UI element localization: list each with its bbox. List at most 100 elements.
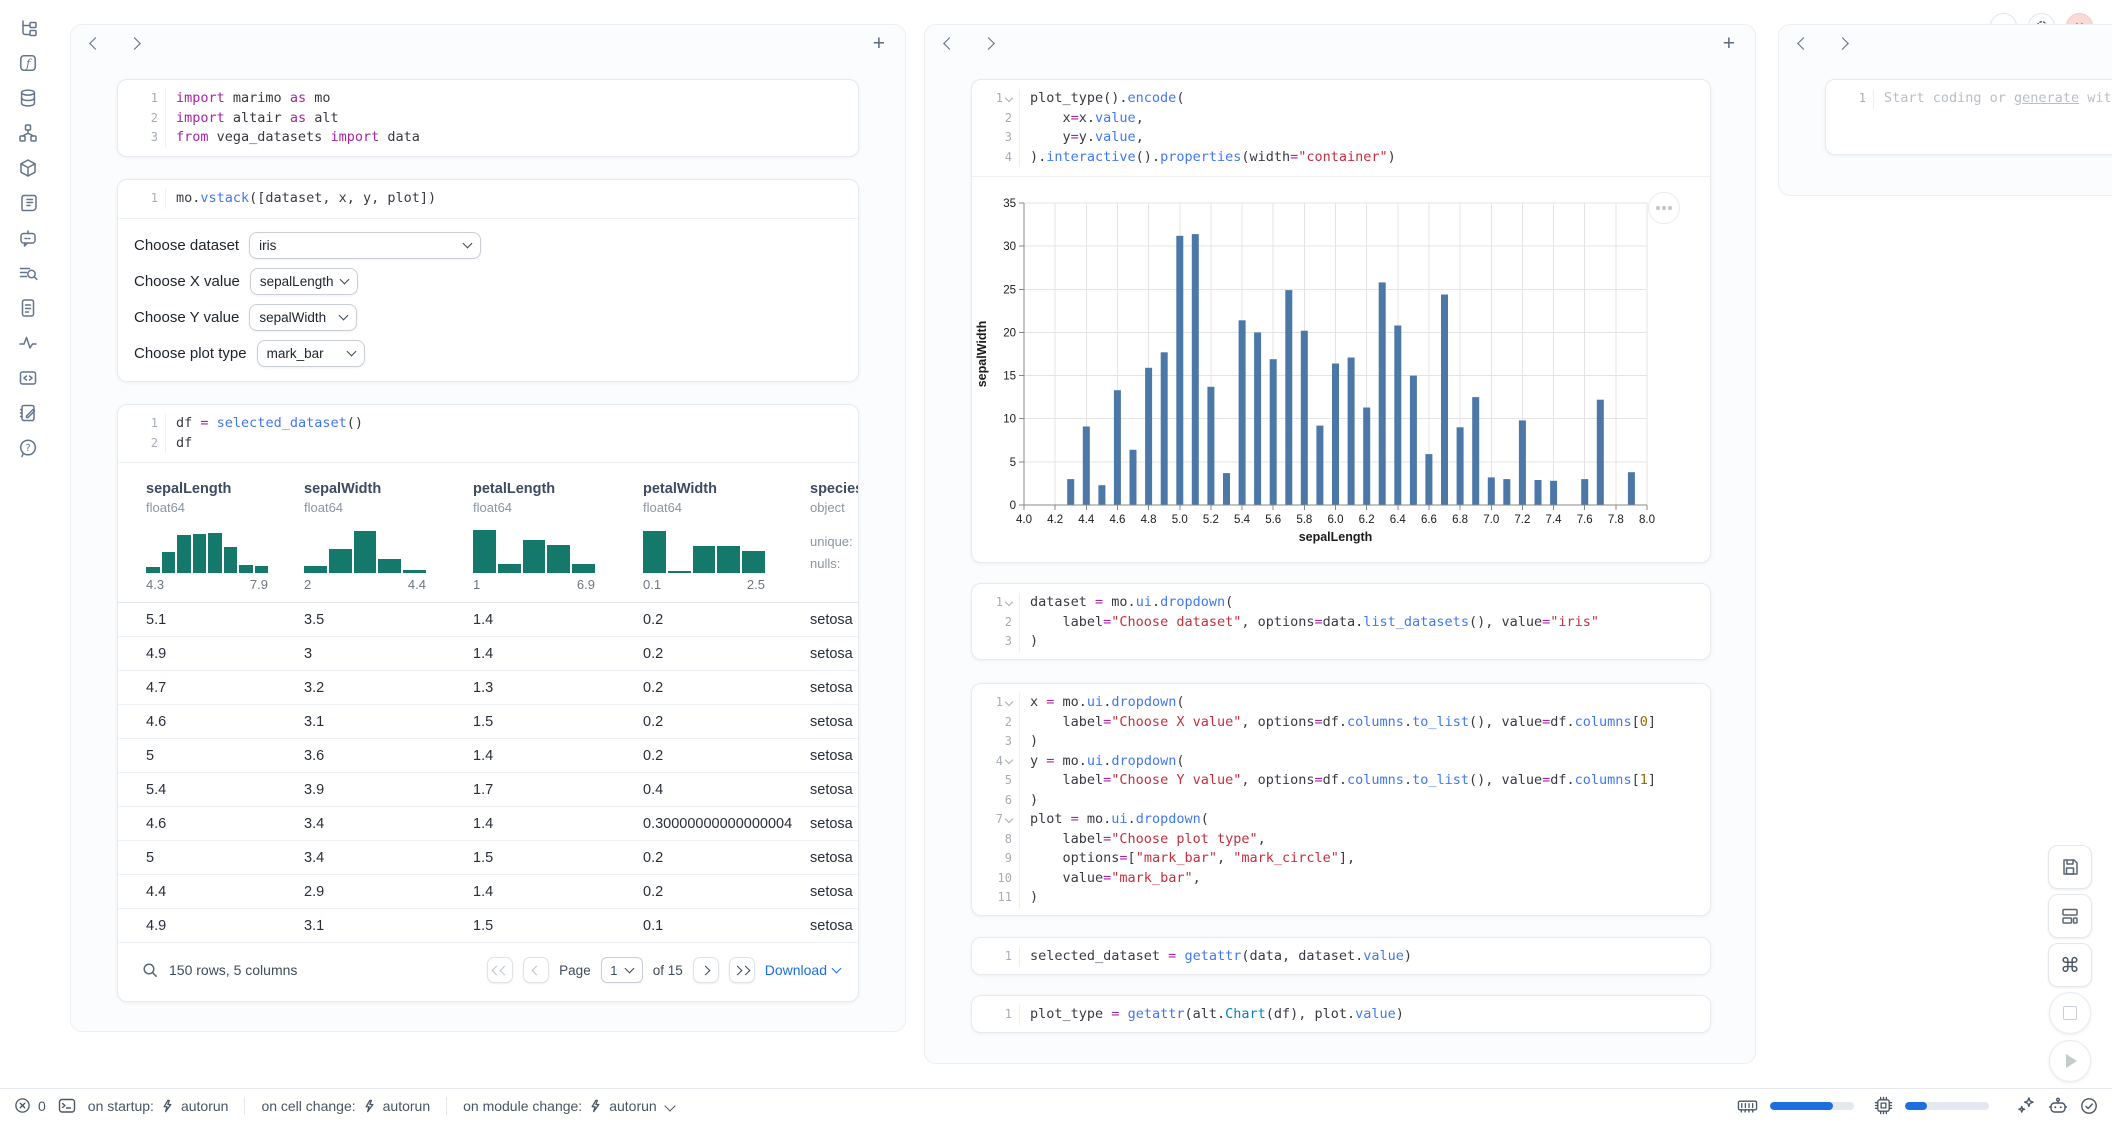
- document-icon[interactable]: [17, 297, 39, 319]
- activity-icon[interactable]: [17, 332, 39, 354]
- code-editor[interactable]: 1df = selected_dataset()2df: [118, 405, 858, 462]
- code-editor[interactable]: 1plot_type().encode(2 x=x.value,3 y=y.va…: [972, 80, 1710, 176]
- status-bar: 0 on startup: autorun on cell change: au…: [0, 1088, 2112, 1122]
- table-column-header[interactable]: petalWidthfloat640.12.5: [643, 479, 810, 592]
- chevron-down-icon: [346, 347, 356, 357]
- table-summary: 150 rows, 5 columns: [169, 962, 297, 978]
- table-row[interactable]: 4.931.40.2setosa: [118, 637, 858, 671]
- line-number: 6: [972, 791, 1020, 811]
- table-row[interactable]: 4.73.21.30.2setosa: [118, 671, 858, 705]
- column-next-icon[interactable]: [128, 37, 141, 50]
- code-editor[interactable]: 1selected_dataset = getattr(data, datase…: [972, 938, 1710, 975]
- line-number: 2: [972, 713, 1020, 733]
- svg-text:5.8: 5.8: [1296, 514, 1312, 526]
- terminal-button[interactable]: [58, 1097, 76, 1115]
- page-select[interactable]: 1: [601, 957, 643, 983]
- table-row[interactable]: 5.43.91.70.4setosa: [118, 773, 858, 807]
- x-value-dropdown[interactable]: sepalLength: [250, 268, 358, 295]
- svg-text:4.8: 4.8: [1141, 514, 1157, 526]
- table-row[interactable]: 53.41.50.2setosa: [118, 841, 858, 875]
- code-editor[interactable]: 1x = mo.ui.dropdown(2 label="Choose X va…: [972, 684, 1710, 916]
- column-prev-icon[interactable]: [89, 37, 102, 50]
- chevron-down-icon: [625, 964, 635, 974]
- first-page-button[interactable]: [487, 957, 513, 983]
- add-cell-button[interactable]: +: [873, 33, 885, 54]
- column-prev-icon[interactable]: [943, 37, 956, 50]
- column-prev-icon[interactable]: [1797, 37, 1810, 50]
- ai-sparkles-icon[interactable]: [2017, 1096, 2036, 1115]
- stop-button[interactable]: [2049, 992, 2091, 1034]
- dependency-graph-icon[interactable]: [17, 122, 39, 144]
- script-icon[interactable]: [17, 192, 39, 214]
- svg-text:4.6: 4.6: [1109, 514, 1125, 526]
- help-icon[interactable]: ?: [17, 437, 39, 459]
- y-value-dropdown[interactable]: sepalWidth: [249, 304, 357, 331]
- on-cell-change-setting[interactable]: on cell change: autorun: [261, 1098, 430, 1114]
- code-editor[interactable]: 1dataset = mo.ui.dropdown(2 label="Choos…: [972, 584, 1710, 660]
- fold-chevron-icon[interactable]: [1005, 756, 1013, 764]
- add-cell-button[interactable]: +: [1723, 33, 1735, 54]
- scratchpad-icon[interactable]: [17, 402, 39, 424]
- svg-text:f: f: [25, 56, 32, 70]
- column-next-icon[interactable]: [982, 37, 995, 50]
- fold-chevron-icon[interactable]: [1005, 815, 1013, 823]
- layout-icon[interactable]: [2048, 894, 2092, 938]
- line-number: 1: [118, 189, 166, 209]
- command-palette-icon[interactable]: ⌘: [2048, 943, 2092, 987]
- last-page-button[interactable]: [729, 957, 755, 983]
- on-module-change-setting[interactable]: on module change: autorun: [463, 1098, 674, 1114]
- code-editor[interactable]: 1import marimo as mo2import altair as al…: [118, 80, 858, 157]
- prev-page-button[interactable]: [523, 957, 549, 983]
- fold-chevron-icon[interactable]: [1005, 598, 1013, 606]
- errors-indicator[interactable]: 0: [14, 1097, 46, 1114]
- table-header: sepalLengthfloat644.37.9sepalWidthfloat6…: [118, 463, 858, 603]
- fold-chevron-icon[interactable]: [1005, 94, 1013, 102]
- table-row[interactable]: 4.63.41.40.30000000000000004setosa: [118, 807, 858, 841]
- table-row[interactable]: 4.93.11.50.1setosa: [118, 909, 858, 943]
- table-column-header[interactable]: petalLengthfloat6416.9: [473, 479, 643, 592]
- chart-more-options-icon[interactable]: [1648, 192, 1680, 224]
- dataset-dropdown[interactable]: iris: [249, 232, 481, 259]
- run-button[interactable]: [2049, 1040, 2091, 1082]
- connection-status-icon[interactable]: [2080, 1097, 2098, 1115]
- search-icon[interactable]: [142, 962, 159, 979]
- package-icon[interactable]: [17, 157, 39, 179]
- snippets-icon[interactable]: [17, 367, 39, 389]
- fold-chevron-icon[interactable]: [1005, 698, 1013, 706]
- svg-text:7.0: 7.0: [1483, 514, 1499, 526]
- on-startup-setting[interactable]: on startup: autorun: [88, 1098, 229, 1114]
- code-editor[interactable]: 1plot_type = getattr(alt.Chart(df), plot…: [972, 996, 1710, 1033]
- file-tree-icon[interactable]: [17, 17, 39, 39]
- altair-bar-chart[interactable]: 051015202530354.04.24.44.64.85.05.25.45.…: [972, 191, 1672, 551]
- column-next-icon[interactable]: [1836, 37, 1849, 50]
- code-editor[interactable]: 1mo.vstack([dataset, x, y, plot]): [118, 180, 858, 218]
- cell-dataframe: 1df = selected_dataset()2df sepalLengthf…: [117, 404, 859, 1002]
- save-icon[interactable]: [2048, 845, 2092, 889]
- line-number: 5: [972, 771, 1020, 791]
- dataframe-table: sepalLengthfloat644.37.9sepalWidthfloat6…: [118, 462, 858, 997]
- plot-type-dropdown[interactable]: mark_bar: [257, 340, 365, 367]
- line-number: 1: [972, 89, 1020, 109]
- table-row[interactable]: 5.13.51.40.2setosa: [118, 603, 858, 637]
- database-icon[interactable]: [17, 87, 39, 109]
- play-icon: [2066, 1054, 2077, 1068]
- download-button[interactable]: Download: [765, 962, 840, 978]
- table-row[interactable]: 4.63.11.50.2setosa: [118, 705, 858, 739]
- function-icon[interactable]: f: [17, 52, 39, 74]
- table-column-header[interactable]: speciesobjectunique:nulls:: [810, 479, 859, 592]
- table-row[interactable]: 53.61.40.2setosa: [118, 739, 858, 773]
- table-row[interactable]: 4.42.91.40.2setosa: [118, 875, 858, 909]
- chat-assistant-icon[interactable]: [17, 227, 39, 249]
- code-editor[interactable]: 1 Start coding or generate with AI: [1826, 80, 2112, 118]
- table-column-header[interactable]: sepalWidthfloat6424.4: [304, 479, 473, 592]
- svg-text:6.2: 6.2: [1359, 514, 1375, 526]
- generate-link[interactable]: generate: [2014, 90, 2079, 106]
- column-right-header: [1779, 25, 2112, 61]
- assistant-bot-icon[interactable]: [2048, 1096, 2068, 1115]
- search-list-icon[interactable]: [17, 262, 39, 284]
- svg-text:5: 5: [1010, 457, 1016, 469]
- cpu-usage-bar: [1905, 1102, 1989, 1110]
- table-column-header[interactable]: sepalLengthfloat644.37.9: [146, 479, 304, 592]
- line-number: 1: [118, 414, 166, 434]
- next-page-button[interactable]: [693, 957, 719, 983]
